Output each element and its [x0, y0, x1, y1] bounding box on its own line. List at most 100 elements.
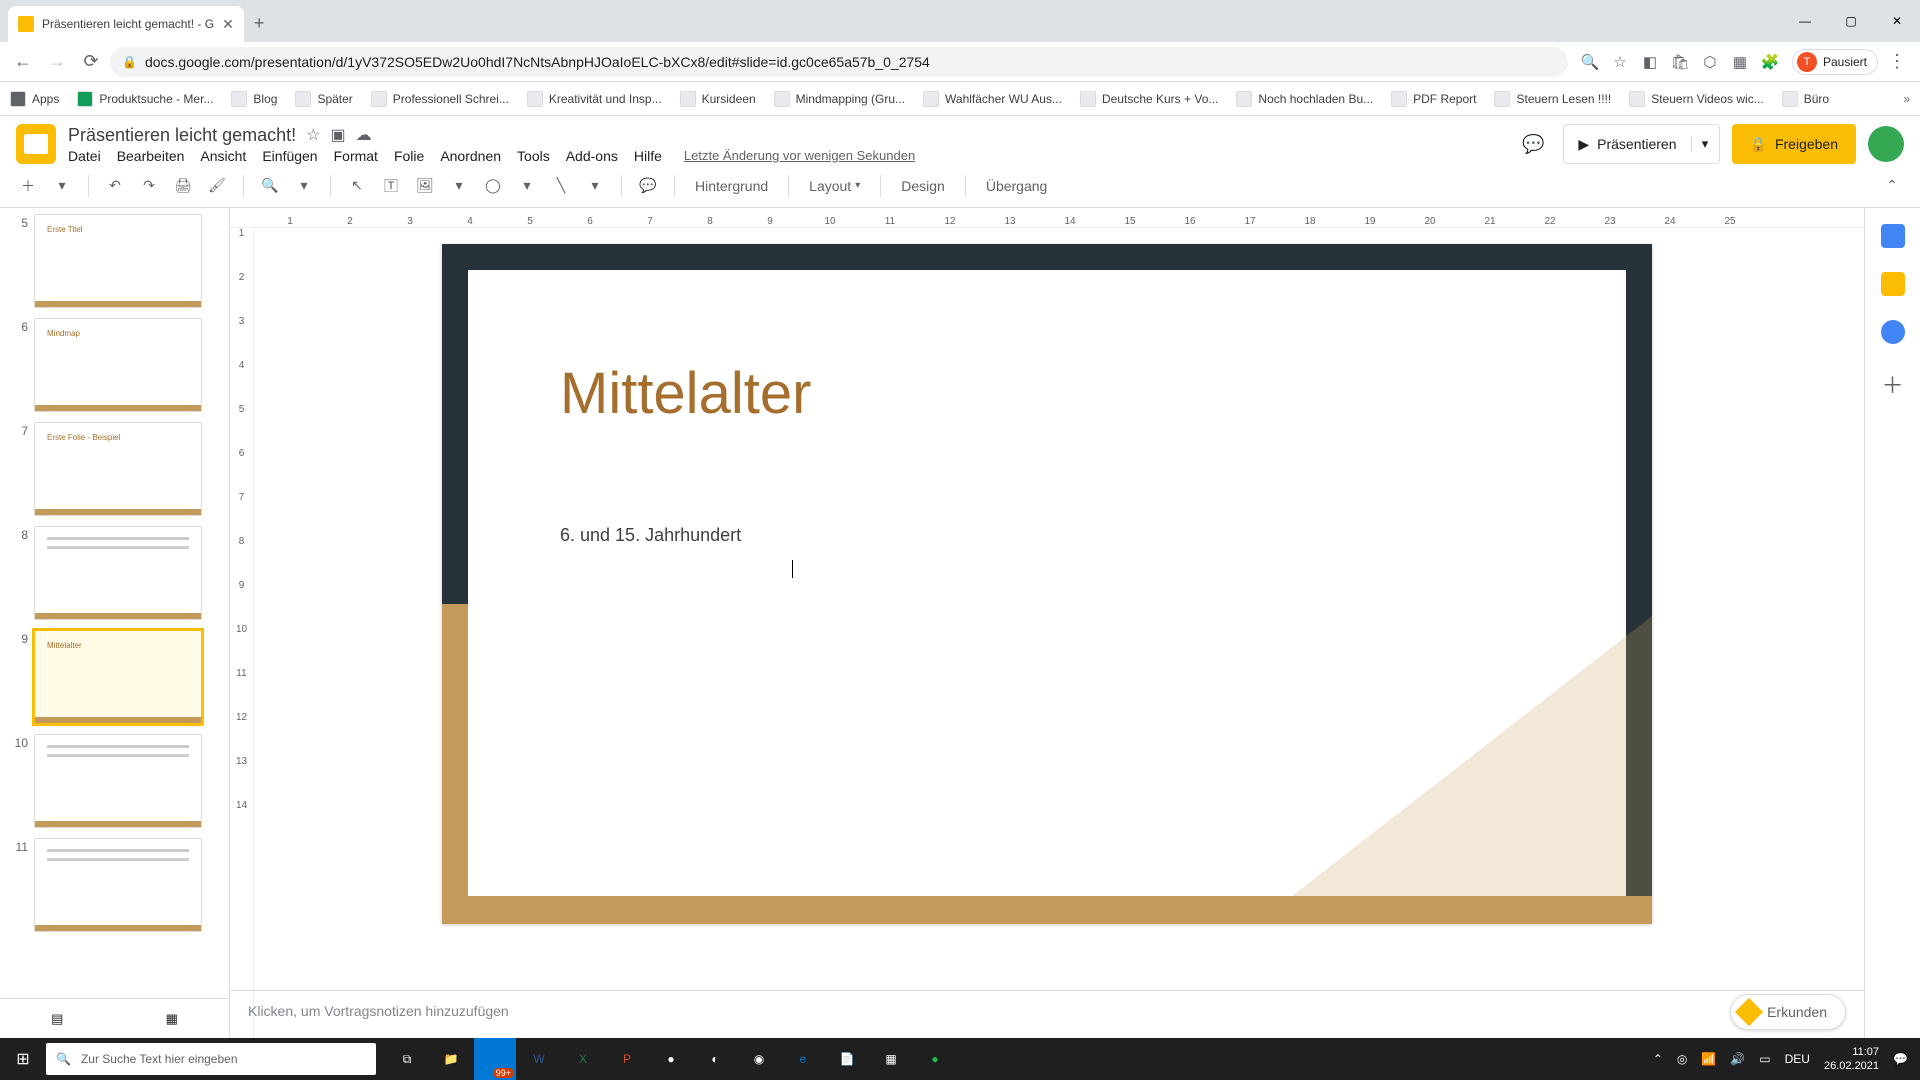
bookmark-item[interactable]: Professionell Schrei...: [371, 91, 509, 107]
edge-icon[interactable]: e: [782, 1038, 824, 1080]
bookmark-item[interactable]: Noch hochladen Bu...: [1236, 91, 1373, 107]
menu-item[interactable]: Hilfe: [634, 148, 662, 164]
wifi-icon[interactable]: 📶: [1701, 1052, 1716, 1066]
excel-icon[interactable]: X: [562, 1038, 604, 1080]
menu-item[interactable]: Ansicht: [200, 148, 246, 164]
tasks-icon[interactable]: [1881, 320, 1905, 344]
menu-item[interactable]: Tools: [517, 148, 550, 164]
transition-button[interactable]: Übergang: [978, 172, 1056, 200]
reader-icon[interactable]: ◧: [1640, 52, 1660, 72]
comments-button[interactable]: 💬: [1515, 126, 1551, 162]
textbox-tool[interactable]: 🅃: [377, 172, 405, 200]
slide-thumbnail[interactable]: [34, 526, 202, 620]
language-indicator[interactable]: DEU: [1785, 1052, 1810, 1066]
cart-icon[interactable]: 🛍: [1670, 52, 1690, 72]
present-button[interactable]: ▶Präsentieren ▾: [1563, 124, 1719, 164]
app-icon[interactable]: ◐: [694, 1038, 736, 1080]
account-avatar[interactable]: [1868, 126, 1904, 162]
menu-item[interactable]: Anordnen: [440, 148, 501, 164]
slide-title[interactable]: Mittelalter: [560, 360, 811, 427]
move-doc-icon[interactable]: ▣: [330, 125, 345, 145]
slide-thumbnail[interactable]: Erste Folie - Beispiel: [34, 422, 202, 516]
layout-button[interactable]: Layout: [801, 172, 868, 200]
volume-icon[interactable]: 🔊: [1730, 1052, 1745, 1066]
grid-view-icon[interactable]: ▦: [166, 1011, 178, 1027]
addons-plus-icon[interactable]: ＋: [1881, 368, 1903, 400]
app-icon[interactable]: ●: [650, 1038, 692, 1080]
collapse-toolbar-icon[interactable]: ⌃: [1878, 172, 1906, 200]
menu-item[interactable]: Format: [334, 148, 378, 164]
bookmarks-overflow-icon[interactable]: »: [1903, 92, 1910, 106]
shape-tool[interactable]: ◯: [479, 172, 507, 200]
menu-item[interactable]: Add-ons: [566, 148, 618, 164]
slide-thumbnail[interactable]: Mittelalter: [34, 630, 202, 724]
browser-tab[interactable]: Präsentieren leicht gemacht! - G ✕: [8, 6, 244, 42]
apps-button[interactable]: Apps: [10, 91, 59, 107]
bookmark-item[interactable]: Mindmapping (Gru...: [774, 91, 905, 107]
bookmark-item[interactable]: PDF Report: [1391, 91, 1476, 107]
filmstrip-view-icon[interactable]: ▤: [51, 1011, 63, 1027]
explore-button[interactable]: Erkunden: [1730, 994, 1846, 1030]
filmstrip[interactable]: 5 Erste Titel 6 Mindmap 7 Erste Folie - …: [0, 208, 230, 1038]
start-button[interactable]: ⊞: [0, 1038, 46, 1080]
tray-chevron-icon[interactable]: ⌃: [1653, 1052, 1663, 1066]
word-icon[interactable]: W: [518, 1038, 560, 1080]
menu-item[interactable]: Folie: [394, 148, 424, 164]
print-button[interactable]: 🖨: [169, 172, 197, 200]
spotify-icon[interactable]: ●: [914, 1038, 956, 1080]
slide-thumbnail[interactable]: [34, 734, 202, 828]
back-button[interactable]: ←: [8, 47, 38, 77]
shape-dropdown[interactable]: ▾: [513, 172, 541, 200]
task-view-icon[interactable]: ⧉: [386, 1038, 428, 1080]
new-slide-dropdown[interactable]: ▾: [48, 172, 76, 200]
bookmark-item[interactable]: Deutsche Kurs + Vo...: [1080, 91, 1218, 107]
design-button[interactable]: Design: [893, 172, 953, 200]
keep-icon[interactable]: [1881, 272, 1905, 296]
undo-button[interactable]: ↶: [101, 172, 129, 200]
close-tab-icon[interactable]: ✕: [222, 16, 234, 33]
zoom-icon[interactable]: 🔍: [1580, 52, 1600, 72]
chrome-icon[interactable]: ◉: [738, 1038, 780, 1080]
browser-menu-icon[interactable]: ⋮: [1888, 51, 1906, 72]
app-icon[interactable]: ▦: [870, 1038, 912, 1080]
bookmark-item[interactable]: Steuern Lesen !!!!: [1494, 91, 1611, 107]
cloud-status-icon[interactable]: ☁: [356, 125, 372, 145]
star-icon[interactable]: ☆: [1610, 52, 1630, 72]
sync-icon[interactable]: ⬡: [1700, 52, 1720, 72]
bookmark-item[interactable]: Steuern Videos wic...: [1629, 91, 1764, 107]
redo-button[interactable]: ↷: [135, 172, 163, 200]
bookmark-item[interactable]: Blog: [231, 91, 277, 107]
slide-thumbnail[interactable]: Mindmap: [34, 318, 202, 412]
minimize-button[interactable]: —: [1782, 0, 1828, 42]
powerpoint-icon[interactable]: P: [606, 1038, 648, 1080]
line-dropdown[interactable]: ▾: [581, 172, 609, 200]
new-slide-button[interactable]: ＋: [14, 172, 42, 200]
doc-title[interactable]: Präsentieren leicht gemacht!: [68, 125, 296, 146]
bookmark-item[interactable]: Kursideen: [680, 91, 756, 107]
bookmark-item[interactable]: Büro: [1782, 91, 1829, 107]
image-dropdown[interactable]: ▾: [445, 172, 473, 200]
menu-item[interactable]: Bearbeiten: [117, 148, 185, 164]
profile-chip[interactable]: T Pausiert: [1792, 49, 1878, 75]
background-button[interactable]: Hintergrund: [687, 172, 776, 200]
speaker-notes[interactable]: Klicken, um Vortragsnotizen hinzuzufügen…: [230, 990, 1864, 1038]
zoom-dropdown[interactable]: ▾: [290, 172, 318, 200]
slide[interactable]: Mittelalter 6. und 15. Jahrhundert: [442, 244, 1652, 924]
bookmark-item[interactable]: Wahlfächer WU Aus...: [923, 91, 1062, 107]
star-doc-icon[interactable]: ☆: [306, 125, 320, 145]
new-tab-button[interactable]: +: [254, 13, 265, 34]
location-icon[interactable]: ◎: [1677, 1052, 1687, 1066]
image-tool[interactable]: 🖼: [411, 172, 439, 200]
bookmark-item[interactable]: Später: [295, 91, 352, 107]
qr-icon[interactable]: ▦: [1730, 52, 1750, 72]
last-edit[interactable]: Letzte Änderung vor wenigen Sekunden: [684, 148, 915, 163]
windows-search[interactable]: 🔍 Zur Suche Text hier eingeben: [46, 1043, 376, 1075]
clock[interactable]: 11:07 26.02.2021: [1824, 1045, 1879, 1073]
notifications-icon[interactable]: 💬: [1893, 1052, 1908, 1066]
zoom-button[interactable]: 🔍: [256, 172, 284, 200]
battery-icon[interactable]: ▭: [1759, 1052, 1770, 1066]
extensions-icon[interactable]: 🧩: [1760, 52, 1780, 72]
slide-thumbnail[interactable]: [34, 838, 202, 932]
share-button[interactable]: 🔒Freigeben: [1732, 124, 1856, 164]
present-dropdown[interactable]: ▾: [1691, 136, 1719, 152]
